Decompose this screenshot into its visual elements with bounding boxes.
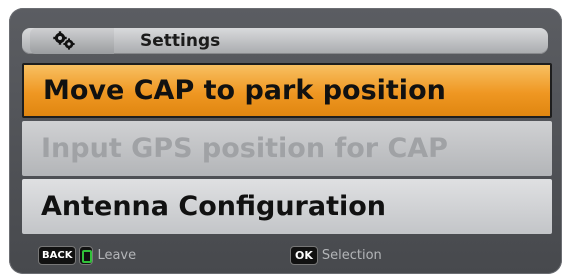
menu-item-antenna-configuration[interactable]: Antenna Configuration: [22, 179, 552, 234]
settings-menu: Move CAP to park position Input GPS posi…: [22, 63, 552, 237]
menu-item-move-cap-park[interactable]: Move CAP to park position: [22, 63, 552, 118]
green-key-icon: [79, 245, 94, 265]
leave-label: Leave: [97, 247, 137, 263]
selection-label: Selection: [321, 247, 382, 263]
selection-hint[interactable]: OK Selection: [290, 245, 382, 265]
back-key-icon: BACK: [38, 245, 77, 265]
header-icon-box: [30, 28, 114, 54]
menu-item-input-gps-position: Input GPS position for CAP: [22, 121, 552, 176]
gears-icon: [53, 31, 75, 50]
footer-hints: BACK Leave OK Selection: [38, 245, 538, 265]
leave-hint[interactable]: BACK Leave: [38, 245, 136, 265]
page-title: Settings: [140, 31, 221, 51]
ok-key-icon: OK: [290, 245, 318, 265]
settings-header: Settings: [22, 28, 548, 54]
